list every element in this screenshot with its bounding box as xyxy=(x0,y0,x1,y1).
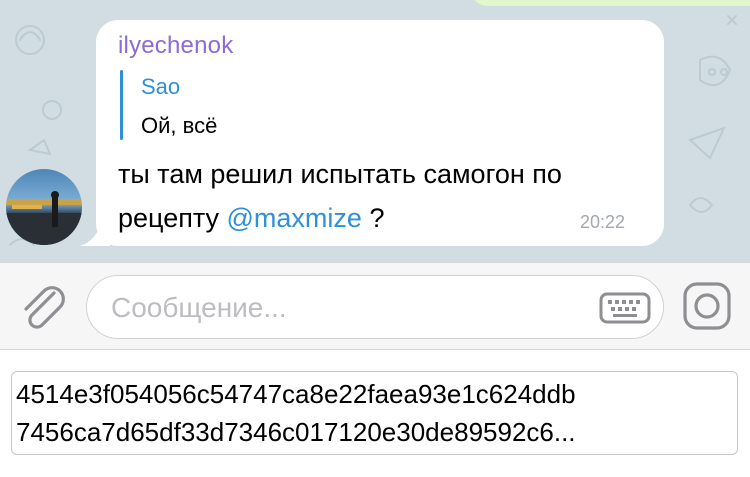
camera-icon xyxy=(683,282,731,330)
keyboard-toggle-button[interactable] xyxy=(599,292,651,324)
chat-area[interactable]: ilyechenok Sao Ой, всё ты там решил испы… xyxy=(0,0,750,262)
message-time: 20:22 xyxy=(580,212,626,232)
mention-link[interactable]: @maxmize xyxy=(227,203,362,233)
message-input-placeholder: Сообщение... xyxy=(111,292,287,323)
reply-author[interactable]: Sao xyxy=(141,74,180,100)
message-input[interactable]: Сообщение... xyxy=(86,275,664,339)
hash-line-1: 4514e3f054056c54747ca8e22faea93e1c624ddb xyxy=(16,379,576,409)
message-text: ты там решил испытать самогон по рецепту… xyxy=(118,152,658,240)
camera-button[interactable] xyxy=(682,281,732,331)
attach-button[interactable] xyxy=(18,279,68,333)
hash-line-2: 7456ca7d65df33d7346c017120e30de89592c6..… xyxy=(16,417,576,447)
hash-overlay: 4514e3f054056c54747ca8e22faea93e1c624ddb… xyxy=(11,371,738,455)
message-sender[interactable]: ilyechenok xyxy=(118,32,233,60)
previous-outgoing-bubble xyxy=(470,0,750,6)
reply-text[interactable]: Ой, всё xyxy=(141,113,217,139)
avatar-photo xyxy=(6,191,82,245)
reply-quote-bar xyxy=(120,70,123,140)
message-text-after: ? xyxy=(361,203,385,233)
keyboard-icon xyxy=(599,292,651,324)
composer-bar: Сообщение... xyxy=(0,262,750,350)
avatar[interactable] xyxy=(6,169,82,245)
paperclip-icon xyxy=(24,286,65,329)
